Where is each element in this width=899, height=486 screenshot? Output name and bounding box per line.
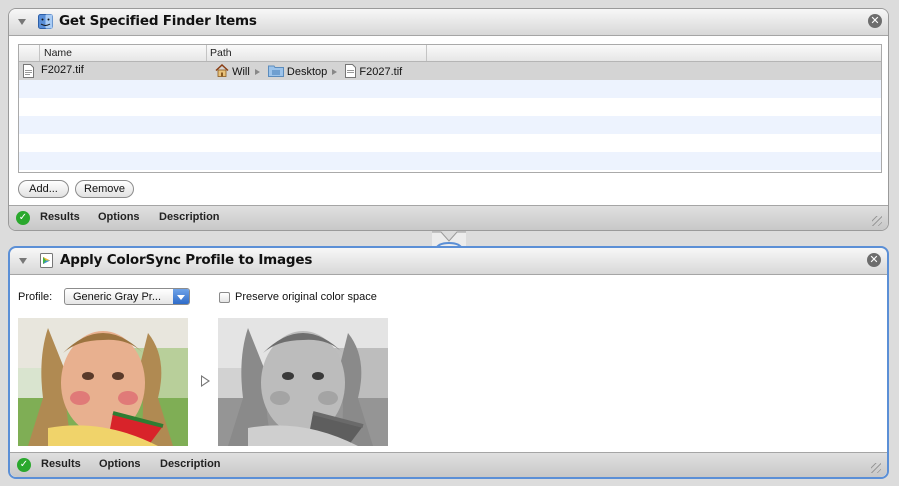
profile-select[interactable]: Generic Gray Pr... (64, 288, 190, 305)
preserve-color-space-label[interactable]: Preserve original color space (235, 291, 377, 303)
action-title: Get Specified Finder Items (59, 13, 257, 29)
action-content: Name Path F2027.tif Will Desktop F2027.t… (9, 36, 888, 206)
disclosure-triangle-icon[interactable] (19, 258, 27, 264)
table-row (19, 116, 881, 134)
success-check-icon: ✓ (17, 458, 31, 472)
table-header: Name Path (19, 45, 881, 62)
finder-items-table[interactable]: Name Path F2027.tif Will Desktop F2027.t… (18, 44, 882, 173)
close-icon[interactable]: ✕ (868, 14, 882, 28)
desktop-folder-icon (267, 65, 284, 77)
tif-file-icon (345, 64, 357, 78)
column-divider (206, 45, 207, 61)
path-segment-file: F2027.tif (359, 66, 403, 78)
column-divider (39, 45, 40, 61)
action-title: Apply ColorSync Profile to Images (60, 252, 313, 268)
action-footer: ✓ Results Options Description (9, 205, 888, 230)
table-row (19, 80, 881, 98)
path-segment-home: Will (232, 66, 250, 78)
apply-colorsync-profile-action[interactable]: Apply ColorSync Profile to Images ✕ Prof… (8, 246, 889, 479)
chevron-down-icon (173, 289, 189, 304)
description-tab[interactable]: Description (160, 458, 221, 470)
profile-selected-value: Generic Gray Pr... (73, 291, 162, 303)
table-row[interactable]: F2027.tif Will Desktop F2027.tif (19, 62, 881, 80)
column-header-name[interactable]: Name (44, 47, 72, 59)
tif-file-icon (23, 64, 34, 78)
success-check-icon: ✓ (16, 211, 30, 225)
remove-button[interactable]: Remove (75, 180, 134, 198)
color-preview-image (18, 318, 188, 446)
path-segment-desktop: Desktop (286, 66, 328, 78)
results-tab[interactable]: Results (41, 458, 81, 470)
conversion-arrow-icon (201, 375, 210, 387)
path-separator-icon (332, 68, 338, 75)
action-content: Profile: Generic Gray Pr... Preserve ori… (10, 275, 887, 454)
file-path: Will Desktop F2027.tif (215, 63, 403, 78)
table-row (19, 98, 881, 116)
action-titlebar[interactable]: Get Specified Finder Items ✕ (9, 9, 888, 36)
grayscale-preview-image (218, 318, 388, 446)
file-name: F2027.tif (41, 64, 84, 76)
colorsync-icon (40, 253, 53, 268)
options-tab[interactable]: Options (99, 458, 141, 470)
get-specified-finder-items-action[interactable]: Get Specified Finder Items ✕ Name Path F… (8, 8, 889, 231)
description-tab[interactable]: Description (159, 211, 220, 223)
disclosure-triangle-icon[interactable] (18, 19, 26, 25)
close-icon[interactable]: ✕ (867, 253, 881, 267)
add-button[interactable]: Add... (18, 180, 69, 198)
preserve-color-space-checkbox[interactable] (219, 292, 230, 303)
column-header-path[interactable]: Path (210, 47, 232, 59)
profile-label: Profile: (18, 291, 53, 303)
resize-grip-icon[interactable] (871, 463, 881, 473)
resize-grip-icon[interactable] (872, 216, 882, 226)
action-titlebar[interactable]: Apply ColorSync Profile to Images ✕ (10, 248, 887, 275)
finder-icon (38, 14, 53, 29)
table-row (19, 152, 881, 170)
table-row (19, 134, 881, 152)
home-icon (215, 63, 229, 77)
path-separator-icon (254, 68, 260, 75)
options-tab[interactable]: Options (98, 211, 140, 223)
column-divider (426, 45, 427, 61)
action-footer: ✓ Results Options Description (10, 452, 887, 477)
results-tab[interactable]: Results (40, 211, 80, 223)
